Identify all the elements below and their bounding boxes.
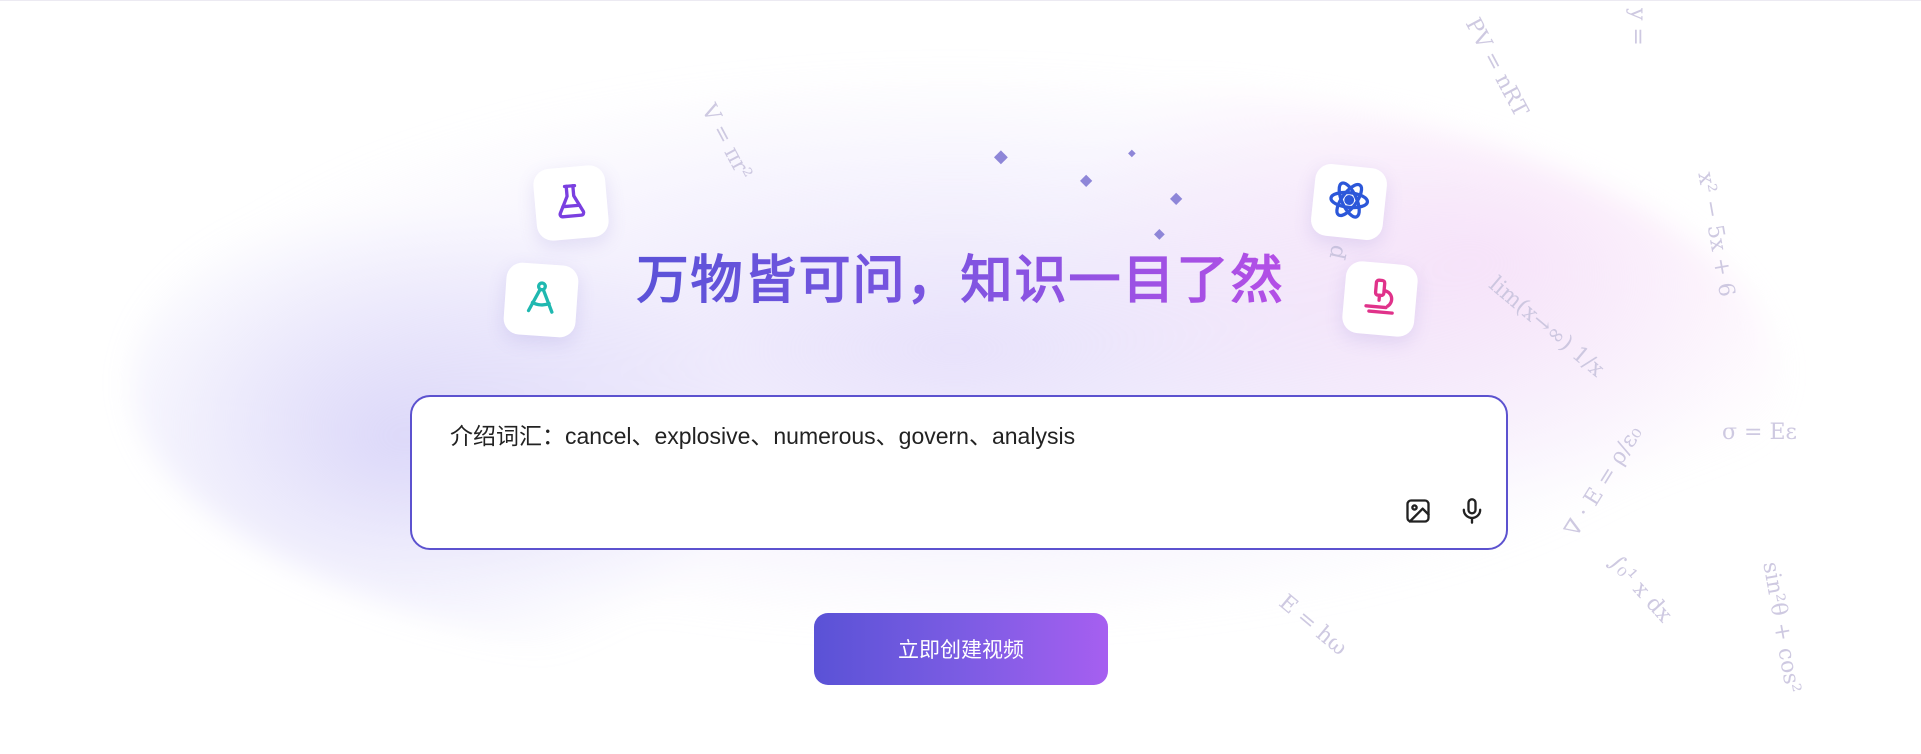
sparkle-icon: ◆ bbox=[1170, 188, 1183, 207]
formula-stress: σ = Eε bbox=[1722, 420, 1797, 445]
atom-icon bbox=[1325, 176, 1374, 228]
flask-card bbox=[531, 163, 611, 243]
formula-ideal-gas: PV = nRT bbox=[1459, 14, 1533, 122]
flask-icon bbox=[549, 179, 593, 226]
page-title: 万物皆可问，知识一目了然 bbox=[636, 251, 1285, 311]
microphone-icon[interactable] bbox=[1458, 497, 1486, 529]
formula-trig: sin²θ + cos² bbox=[1757, 560, 1806, 695]
sparkle-icon: ◆ bbox=[994, 146, 1008, 167]
formula-y: y = bbox=[1625, 8, 1650, 46]
background-glow bbox=[130, 70, 1780, 690]
top-divider bbox=[0, 0, 1921, 1]
prompt-input[interactable]: 介绍词汇：cancel、explosive、numerous、govern、an… bbox=[410, 395, 1508, 550]
sparkle-icon: ◆ bbox=[1080, 170, 1093, 189]
formula-integral: ∫₀¹ x dx bbox=[1603, 550, 1677, 628]
voice-input-button[interactable] bbox=[1456, 497, 1488, 529]
atom-card bbox=[1309, 162, 1389, 242]
create-video-button[interactable]: 立即创建视频 bbox=[814, 613, 1108, 685]
image-icon[interactable] bbox=[1404, 497, 1432, 529]
prompt-text[interactable]: 介绍词汇：cancel、explosive、numerous、govern、an… bbox=[450, 417, 1075, 451]
upload-image-button[interactable] bbox=[1402, 497, 1434, 529]
sparkle-icon: ◆ bbox=[1128, 148, 1136, 159]
